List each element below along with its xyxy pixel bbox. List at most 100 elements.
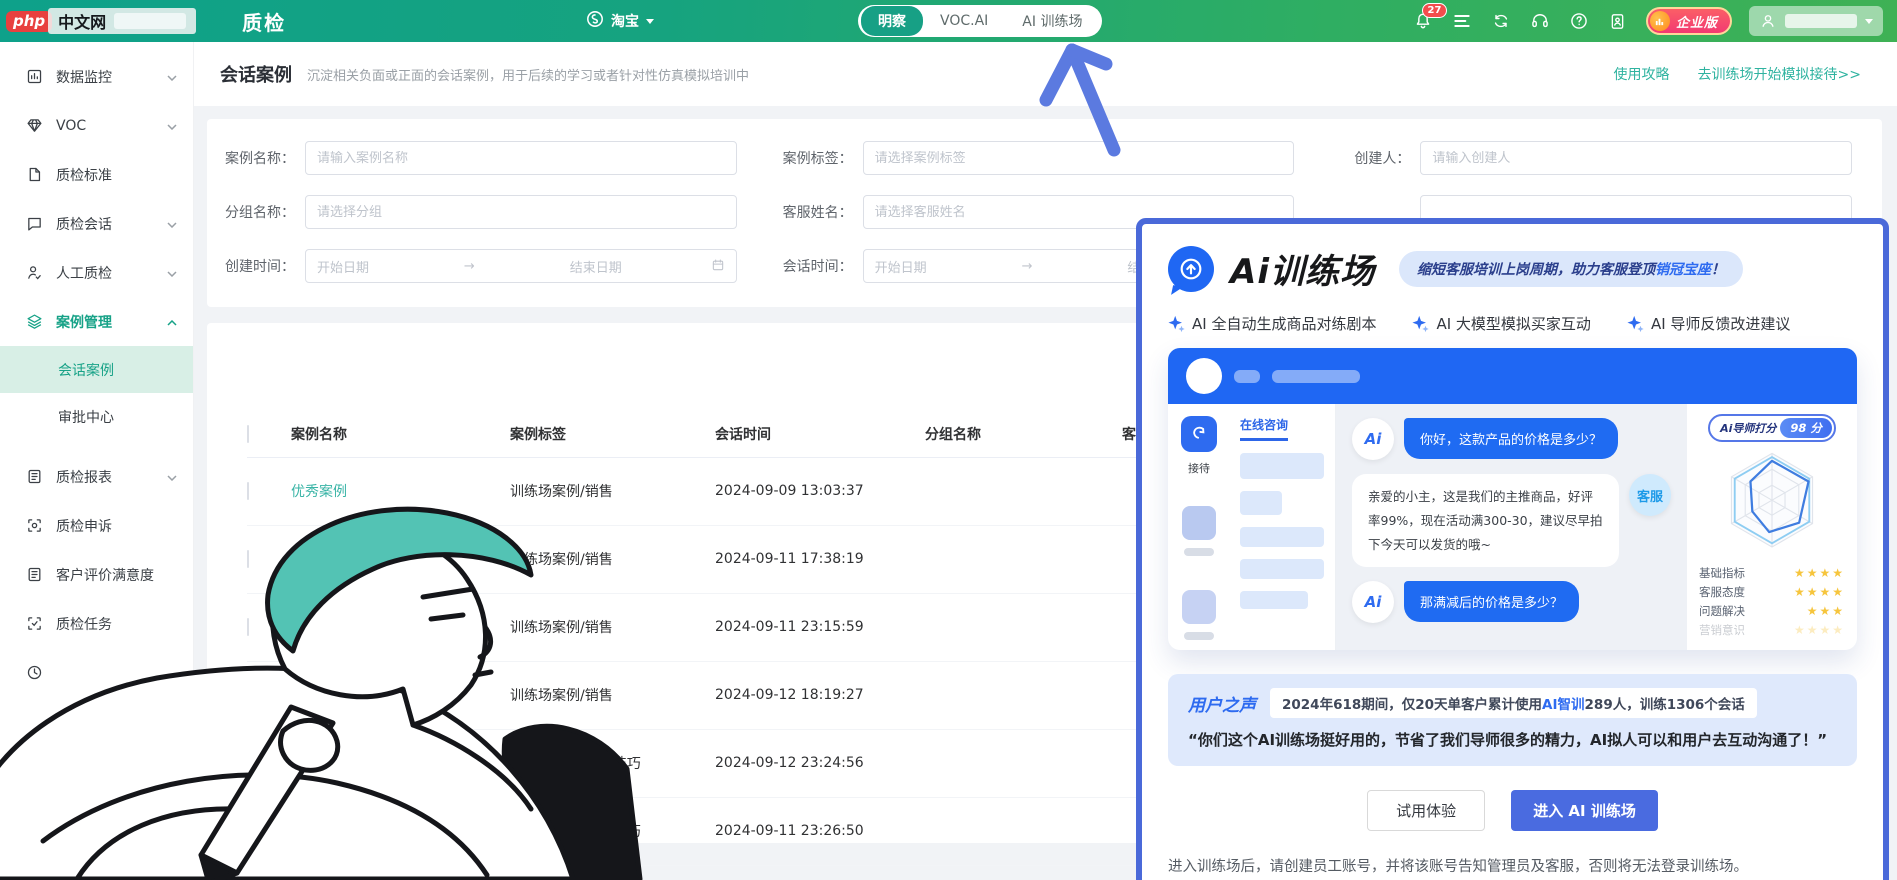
sidebar-subitem-approval-center[interactable]: 审批中心 bbox=[0, 393, 193, 440]
rating-row: 问题解决 ★★★ bbox=[1699, 604, 1845, 618]
sidebar-item-qc-appeal[interactable]: 质检申诉 bbox=[0, 501, 193, 550]
group-select[interactable] bbox=[317, 204, 725, 220]
headset-icon[interactable] bbox=[1529, 10, 1551, 32]
ai-training-popup: Ai训练场 缩短客服培训上岗周期，助力客服登顶销冠宝座！ AI 全自动生成商品对… bbox=[1136, 218, 1889, 880]
row-checkbox[interactable] bbox=[247, 686, 249, 704]
notification-count-badge: 27 bbox=[1421, 3, 1447, 18]
skeleton-bar bbox=[1240, 527, 1324, 547]
col-group-name: 分组名称 bbox=[925, 411, 1122, 458]
sidebar-item-qc-report[interactable]: 质检报表 bbox=[0, 452, 193, 501]
star-rating: ★★★★ bbox=[1793, 623, 1845, 637]
demo-body: 接待 在线咨询 Ai 你好，这款产品的价格是多少？ 亲爱的小主，这是我们的主推商… bbox=[1168, 404, 1857, 650]
guide-doc-icon[interactable] bbox=[1607, 10, 1629, 32]
radar-chart bbox=[1730, 452, 1814, 548]
menu-icon[interactable] bbox=[1451, 10, 1473, 32]
product-demo-mockup: 接待 在线咨询 Ai 你好，这款产品的价格是多少？ 亲爱的小主，这是我们的主推商… bbox=[1168, 348, 1857, 650]
rating-row: 基础指标 ★★★★ bbox=[1699, 566, 1845, 580]
mentor-score-badge: Ai导师打分 98 分 bbox=[1708, 414, 1836, 442]
sidebar-item-customer-satisfaction[interactable]: 客户评价满意度 bbox=[0, 550, 193, 599]
trial-button[interactable]: 试用体验 bbox=[1367, 790, 1486, 831]
case-name-link[interactable]: 优秀案例 bbox=[291, 620, 347, 636]
product-tabs: 明察 VOC.AI AI 训练场 bbox=[858, 5, 1103, 37]
gem-icon bbox=[26, 117, 43, 134]
channel-selector[interactable]: 淘宝 bbox=[586, 0, 654, 42]
demo-nav-rail: 接待 bbox=[1168, 404, 1230, 650]
sidebar-item-qc-session[interactable]: 质检会话 bbox=[0, 199, 193, 248]
user-menu[interactable] bbox=[1749, 6, 1883, 36]
chart-icon bbox=[26, 68, 43, 85]
row-checkbox[interactable] bbox=[247, 822, 249, 840]
clock-icon bbox=[26, 664, 43, 681]
help-icon[interactable] bbox=[1568, 10, 1590, 32]
tab-ai-training[interactable]: AI 训练场 bbox=[1005, 6, 1099, 36]
bubble-up-arrow-icon bbox=[1168, 245, 1214, 292]
topbar-actions: 27 企业版 bbox=[1412, 0, 1883, 42]
chat-message-agent: 亲爱的小主，这是我们的主推商品，好评率99%，现在活动满300-30，建议尽早拍… bbox=[1352, 474, 1671, 568]
report-icon bbox=[26, 566, 43, 583]
ai-avatar: Ai bbox=[1352, 581, 1394, 624]
skeleton-block bbox=[1182, 506, 1216, 540]
online-consult-tab: 在线咨询 bbox=[1240, 416, 1289, 441]
go-training-link[interactable]: 去训练场开始模拟接待>> bbox=[1698, 64, 1861, 84]
sidebar-item-qc-standard[interactable]: 质检标准 bbox=[0, 150, 193, 199]
tab-mingcha[interactable]: 明察 bbox=[861, 6, 923, 36]
sidebar-item-manual-qc[interactable]: 人工质检 bbox=[0, 248, 193, 297]
demo-score-panel: Ai导师打分 98 分 基础指标 ★★★★ 客服态度 ★★★★ 问题解决 ★★★… bbox=[1687, 404, 1857, 650]
popup-slogan: 缩短客服培训上岗周期，助力客服登顶销冠宝座！ bbox=[1398, 250, 1743, 287]
sidebar-item-qc-task[interactable]: 质检任务 bbox=[0, 599, 193, 648]
row-checkbox[interactable] bbox=[247, 754, 249, 772]
sidebar-item-data-monitor[interactable]: 数据监控 bbox=[0, 52, 193, 101]
case-name-link[interactable]: 优秀案例 bbox=[291, 688, 347, 704]
user-voice-label: 用户之声 bbox=[1188, 695, 1256, 716]
tab-voc-ai[interactable]: VOC.AI bbox=[923, 8, 1005, 34]
filter-creator: 创建人： bbox=[1338, 141, 1852, 175]
row-checkbox[interactable] bbox=[247, 618, 249, 636]
screen: php 中文网 质检 淘宝 明察 VOC.AI AI 训练场 27 企业版 数据… bbox=[0, 0, 1897, 880]
sidebar-subitem-session-cases[interactable]: 会话案例 bbox=[0, 346, 193, 393]
col-case-tag: 案例标签 bbox=[510, 411, 715, 458]
case-name-link[interactable]: 优秀案例 bbox=[291, 552, 347, 568]
row-checkbox[interactable] bbox=[247, 550, 249, 568]
score-value: 98 分 bbox=[1780, 418, 1832, 438]
frame-icon bbox=[26, 615, 43, 632]
case-tag-select[interactable] bbox=[874, 150, 1283, 166]
person-check-icon bbox=[26, 264, 43, 281]
sync-icon[interactable] bbox=[1490, 10, 1512, 32]
popup-header: Ai训练场 缩短客服培训上岗周期，助力客服登顶销冠宝座！ bbox=[1168, 244, 1857, 293]
sidebar-item-realtime[interactable] bbox=[0, 648, 193, 697]
case-name-link[interactable]: 优秀案例 bbox=[291, 484, 347, 500]
chevron-down-icon bbox=[167, 216, 177, 232]
usage-guide-link[interactable]: 使用攻略 bbox=[1614, 64, 1670, 84]
chevron-down-icon bbox=[646, 18, 654, 24]
rating-row: 营销意识 ★★★★ bbox=[1699, 623, 1845, 637]
enter-training-button[interactable]: 进入 AI 训练场 bbox=[1511, 790, 1658, 831]
select-all-checkbox[interactable] bbox=[247, 424, 249, 443]
notification-bell-icon[interactable]: 27 bbox=[1412, 3, 1447, 32]
case-name-link[interactable]: 优秀案例 bbox=[291, 756, 347, 772]
watermark-site: 中文网 bbox=[48, 8, 197, 34]
skeleton-bar bbox=[1240, 453, 1324, 479]
brand-area: php 中文网 质检 bbox=[0, 7, 286, 36]
reception-icon bbox=[1181, 416, 1217, 452]
case-name-input[interactable] bbox=[317, 150, 725, 166]
skeleton-bar bbox=[1272, 369, 1360, 383]
row-checkbox[interactable] bbox=[247, 482, 249, 500]
page-title: 会话案例 bbox=[220, 65, 292, 86]
sparkle-icon bbox=[1168, 315, 1185, 332]
chevron-up-icon bbox=[167, 314, 177, 330]
create-time-range[interactable]: 开始日期 → 结束日期 bbox=[305, 249, 737, 283]
document-icon bbox=[26, 166, 43, 183]
demo-titlebar bbox=[1168, 348, 1857, 404]
case-name-link[interactable]: 优秀案例 bbox=[291, 824, 347, 840]
creator-input[interactable] bbox=[1432, 150, 1840, 166]
sidebar-item-voc[interactable]: VOC bbox=[0, 101, 193, 150]
feature-item: AI 导师反馈改进建议 bbox=[1627, 313, 1790, 334]
col-case-name: 案例名称 bbox=[291, 411, 510, 458]
popup-features: AI 全自动生成商品对练剧本 AI 大模型模拟买家互动 AI 导师反馈改进建议 bbox=[1168, 313, 1857, 334]
taobao-icon bbox=[586, 10, 604, 32]
chevron-down-icon bbox=[167, 118, 177, 134]
chevron-down-icon bbox=[167, 69, 177, 85]
sidebar-item-case-management[interactable]: 案例管理 bbox=[0, 297, 193, 346]
agent-avatar: 客服 bbox=[1629, 474, 1671, 516]
edition-badge[interactable]: 企业版 bbox=[1645, 7, 1732, 35]
